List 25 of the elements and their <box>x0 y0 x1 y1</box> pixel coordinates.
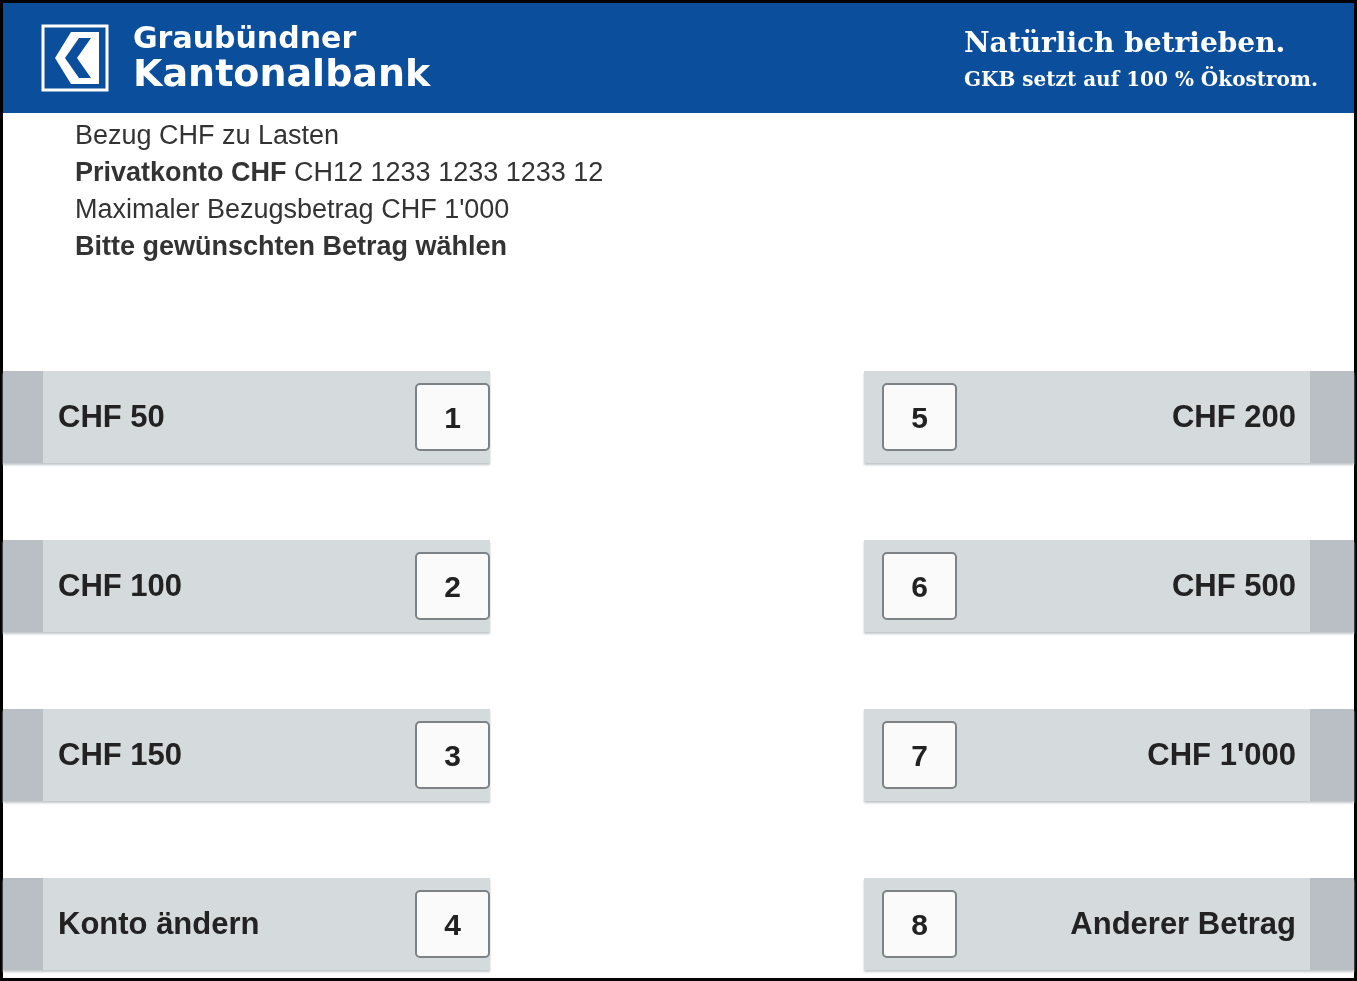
key-number: 1 <box>415 383 490 451</box>
amount-button[interactable]: 6 CHF 500 <box>864 540 1354 632</box>
key-number: 4 <box>415 890 490 958</box>
amount-button[interactable]: Konto ändern 4 <box>3 878 490 970</box>
amount-button[interactable]: CHF 100 2 <box>3 540 490 632</box>
amount-button[interactable]: CHF 150 3 <box>3 709 490 801</box>
info-text: Maximaler Bezugsbetrag CHF 1'000 <box>75 193 511 226</box>
amount-button[interactable]: 8 Anderer Betrag <box>864 878 1354 970</box>
info-text: Bezug CHF zu Lasten <box>75 119 341 152</box>
key-number: 3 <box>415 721 490 789</box>
info-text: Bitte gewünschten Betrag wählen <box>75 230 509 263</box>
bank-name: Graubündner <box>133 22 358 54</box>
key-number: 8 <box>882 890 957 958</box>
key-number: 5 <box>882 383 957 451</box>
key-number: 7 <box>882 721 957 789</box>
bank-logo-icon <box>41 24 109 92</box>
key-number: 6 <box>882 552 957 620</box>
slogan-subtitle: GKB setzt auf 100 % Ökostrom. <box>964 65 1318 93</box>
amount-button[interactable]: 5 CHF 200 <box>864 371 1354 463</box>
bank-name: Kantonalbank <box>133 53 431 94</box>
key-number: 2 <box>415 552 490 620</box>
slogan: Natürlich betrieben. <box>964 25 1287 61</box>
amount-button[interactable]: CHF 50 1 <box>3 371 490 463</box>
info-text: Privatkonto CHF CH12 1233 1233 1233 12 <box>75 156 605 189</box>
amount-button[interactable]: 7 CHF 1'000 <box>864 709 1354 801</box>
